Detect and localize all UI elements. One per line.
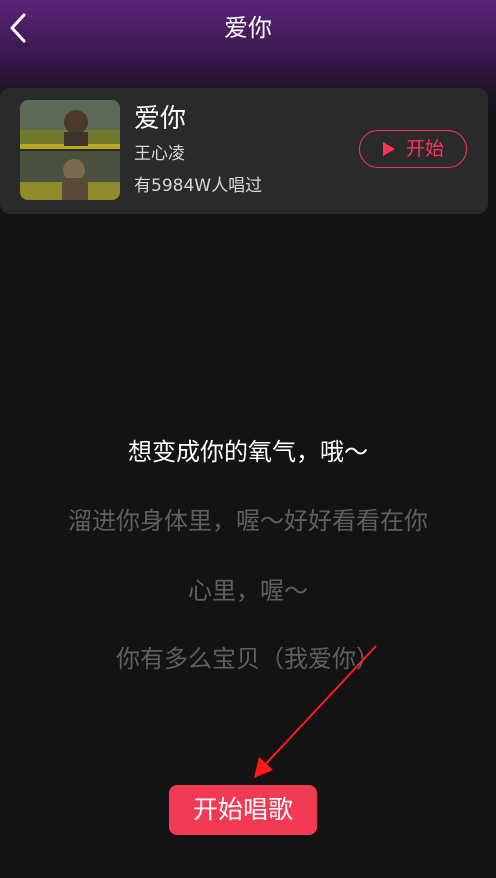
start-singing-button[interactable]: 开始唱歌: [169, 785, 317, 835]
lyric-line: 溜进你身体里，喔～好好看看在你: [68, 507, 428, 535]
start-singing-label: 开始唱歌: [192, 795, 293, 824]
song-title: 爱你: [134, 104, 187, 134]
lyric-line: 心里，喔～: [188, 577, 308, 605]
page-title: 爱你: [224, 14, 272, 42]
song-card: 爱你 王心凌 有5984W人唱过 开始: [0, 88, 488, 214]
lyric-line: 你有多么宝贝（我爱你）: [116, 645, 380, 673]
lyric-current-line: 想变成你的氧气，哦～: [128, 438, 368, 466]
start-button[interactable]: 开始: [359, 130, 467, 168]
start-button-label: 开始: [405, 138, 444, 160]
play-icon: [382, 142, 395, 156]
sung-count: 有5984W人唱过: [134, 176, 263, 196]
song-cover-image: [20, 100, 120, 200]
song-artist: 王心凌: [134, 144, 185, 164]
